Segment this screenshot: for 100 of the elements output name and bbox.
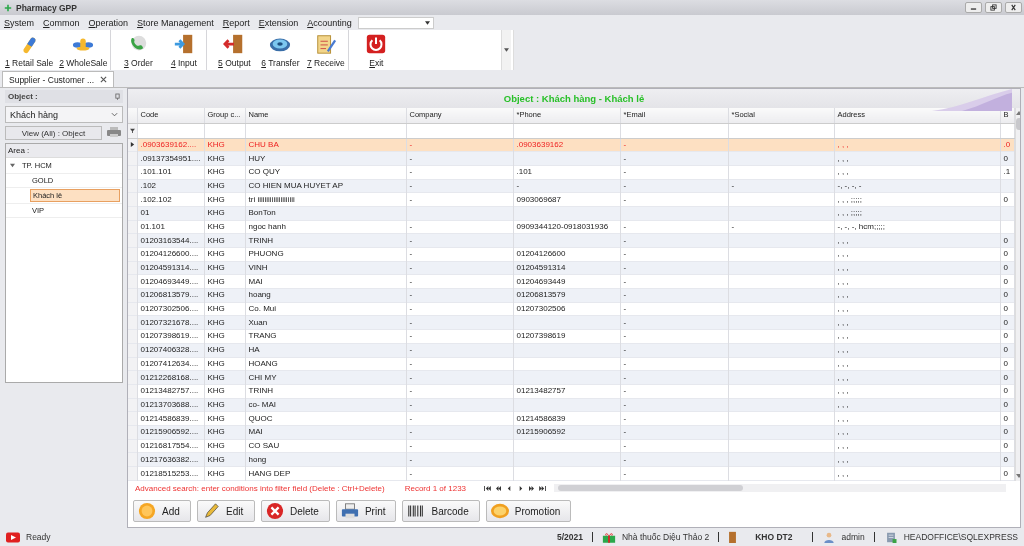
edit-icon — [202, 502, 220, 520]
panel-title: Object : — [8, 92, 38, 101]
table-cell: 0 — [1000, 315, 1014, 330]
table-cell: .0903639162.... — [137, 138, 204, 152]
table-cell: MAI — [245, 425, 406, 440]
table-cell: - — [620, 343, 728, 357]
user-name: admin — [841, 532, 865, 542]
table-cell: - — [406, 233, 513, 248]
table-cell: - — [406, 411, 513, 426]
action-button[interactable]: Delete — [261, 500, 330, 522]
table-cell: hong — [245, 452, 406, 467]
table-cell: , , , — [834, 165, 1000, 180]
table-cell: KHG — [204, 439, 245, 453]
menu-item[interactable]: System — [4, 17, 35, 28]
next-icon[interactable] — [517, 485, 525, 491]
action-button[interactable]: Add — [133, 500, 191, 522]
table-cell: 01216817554.... — [137, 439, 204, 453]
table-cell: - — [406, 192, 513, 207]
table-cell: KHG — [204, 411, 245, 426]
menu-item[interactable]: Store Management — [137, 17, 214, 28]
minimize-button[interactable] — [965, 2, 982, 13]
promotion-icon — [490, 502, 509, 520]
menu-item[interactable]: Accounting — [307, 17, 352, 28]
table-cell: , , , — [834, 151, 1000, 166]
toolbar-button[interactable]: 3 Order — [115, 30, 162, 70]
table-cell: - — [620, 233, 728, 248]
scroll-down-icon[interactable] — [1015, 474, 1020, 478]
vertical-scrollbar[interactable] — [1014, 108, 1020, 481]
action-button[interactable]: Edit — [197, 500, 255, 522]
table-cell: - — [406, 452, 513, 467]
table-cell: , , , — [834, 288, 1000, 303]
menu-item[interactable]: Operation — [88, 17, 129, 28]
table-cell: - — [620, 165, 728, 180]
table-cell: - — [406, 370, 513, 385]
action-button[interactable]: Promotion — [485, 500, 572, 522]
filter-field[interactable] — [620, 123, 728, 138]
previous-page-icon[interactable] — [495, 485, 503, 491]
filter-field[interactable] — [406, 123, 513, 138]
table-cell: - — [620, 315, 728, 330]
table-cell: - — [406, 165, 513, 180]
pin-icon[interactable] — [115, 93, 120, 100]
next-page-icon[interactable] — [528, 485, 536, 491]
door-in-icon — [172, 32, 195, 55]
table-cell: 0909344120-0918031936 — [513, 220, 620, 234]
filter-field[interactable] — [204, 123, 245, 138]
object-dropdown[interactable]: Khách hàng — [5, 106, 123, 123]
toolbar-button[interactable]: 7 Receive — [303, 30, 350, 70]
table-cell: - — [620, 370, 728, 385]
toolbar-button[interactable]: 6 Transfer — [257, 30, 304, 70]
table-cell: , , , ;;;;; — [834, 192, 1000, 207]
menu-combo-field[interactable] — [357, 16, 434, 29]
table-cell: KHG — [204, 261, 245, 275]
filter-field[interactable] — [137, 123, 204, 138]
table-cell: 0 — [1000, 329, 1014, 344]
filter-field[interactable] — [1000, 123, 1014, 138]
table-cell: , , , — [834, 398, 1000, 412]
app-logo-icon — [4, 3, 12, 12]
table-cell: - — [620, 384, 728, 399]
scroll-up-icon[interactable] — [1015, 111, 1020, 115]
table-cell: KHG — [204, 274, 245, 289]
close-button[interactable] — [1005, 2, 1022, 13]
filter-field[interactable] — [834, 123, 1000, 138]
first-page-icon[interactable] — [484, 485, 492, 491]
table-cell: 01213703688.... — [137, 398, 204, 412]
menu-item[interactable]: Report — [222, 17, 250, 28]
last-page-icon[interactable] — [539, 485, 547, 491]
table-cell: 0 — [1000, 288, 1014, 303]
table-cell: 01207398619 — [513, 329, 620, 344]
gift-icon — [601, 531, 616, 543]
menu-item[interactable]: Extension — [258, 17, 299, 28]
toolbar-button[interactable]: Exit — [353, 30, 400, 70]
horizontal-scrollbar[interactable] — [554, 484, 1006, 492]
table-cell: - — [620, 411, 728, 426]
menu-item[interactable]: Common — [43, 17, 80, 28]
toolbar-button[interactable]: 4 Input — [161, 30, 208, 70]
toolbar-button[interactable]: 1 Retail Sale — [2, 30, 57, 70]
view-object-button[interactable]: View (All) : Object — [5, 126, 102, 140]
close-icon — [1009, 4, 1018, 11]
table-cell: - — [406, 261, 513, 275]
filter-field[interactable] — [245, 123, 406, 138]
toolbar-button[interactable]: 5 Output — [211, 30, 258, 70]
table-cell: , , , — [834, 343, 1000, 357]
table-cell: 0 — [1000, 151, 1014, 166]
table-cell: - — [406, 315, 513, 330]
toolbar-button[interactable]: 2 WholeSale — [56, 30, 112, 70]
document-tab[interactable]: Supplier - Customer ... — [2, 71, 115, 87]
action-button[interactable]: Print — [335, 500, 397, 522]
expander-icon[interactable] — [10, 163, 15, 168]
restore-icon — [989, 4, 998, 11]
action-button[interactable]: Barcode — [402, 500, 480, 522]
table-cell: KHG — [204, 165, 245, 180]
filter-field[interactable] — [513, 123, 620, 138]
filter-field[interactable] — [728, 123, 834, 138]
table-cell: 01207302506.... — [137, 302, 204, 316]
close-icon[interactable] — [100, 76, 108, 83]
table-cell: PHUONG — [245, 247, 406, 262]
toolbar-overflow-button[interactable] — [501, 30, 511, 70]
printer-button[interactable] — [105, 126, 123, 140]
table-cell: - — [620, 179, 728, 193]
restore-button[interactable] — [985, 2, 1002, 13]
